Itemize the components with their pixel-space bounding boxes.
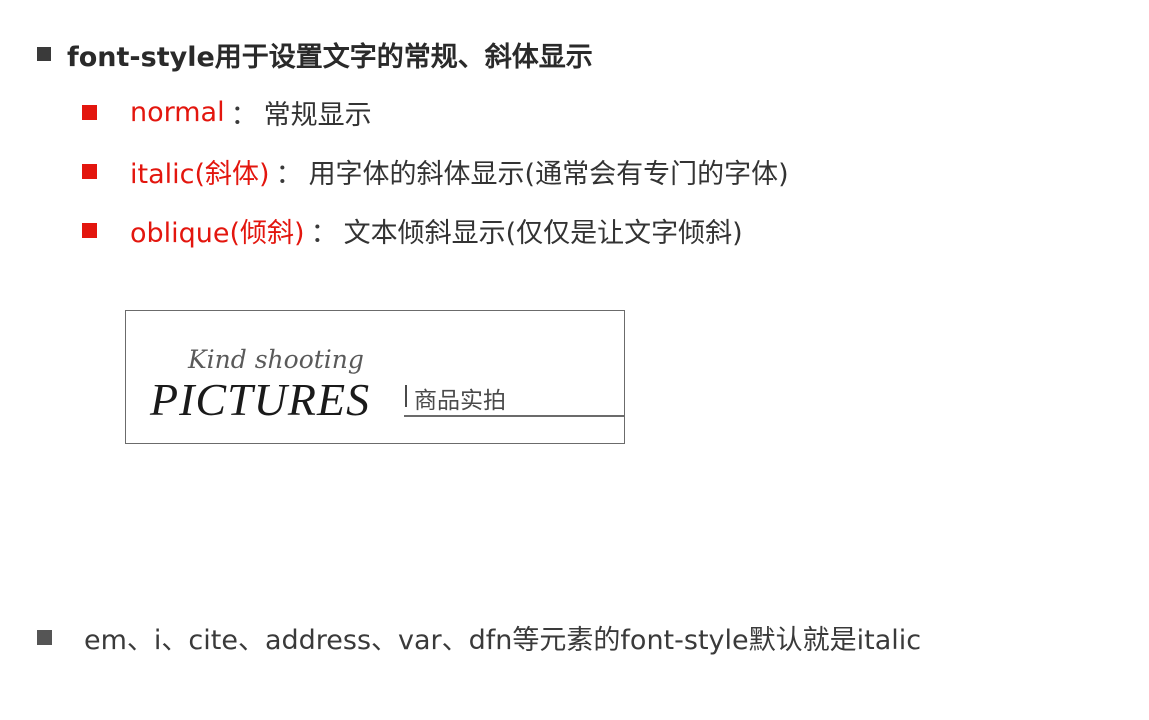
- kind-shooting-text: Kind shooting: [188, 345, 364, 374]
- pictures-text: PICTURES: [150, 374, 371, 425]
- horizontal-divider: [404, 415, 625, 417]
- vertical-divider: [405, 385, 407, 407]
- colon: ：: [230, 99, 258, 131]
- example-image-box: Kind shooting PICTURES 商品实拍: [125, 310, 625, 444]
- red-square-bullet-icon: [82, 222, 97, 238]
- description-normal: 常规显示: [263, 99, 372, 131]
- red-square-bullet-icon: [82, 104, 97, 120]
- description-oblique: 文本倾斜显示(仅仅是让文字倾斜): [343, 217, 743, 249]
- heading-text: font-style用于设置文字的常规、斜体显示: [67, 41, 593, 73]
- gray-square-bullet-icon: [37, 629, 52, 645]
- list-item-normal: normal ： 常规显示: [82, 94, 372, 131]
- colon: ：: [275, 158, 303, 190]
- red-square-bullet-icon: [82, 163, 97, 179]
- list-item-italic: italic(斜体) ： 用字体的斜体显示(通常会有专门的字体): [82, 153, 789, 190]
- main-heading: font-style用于设置文字的常规、斜体显示: [37, 38, 593, 73]
- list-item-oblique: oblique(倾斜) ： 文本倾斜显示(仅仅是让文字倾斜): [82, 212, 743, 249]
- square-bullet-icon: [37, 47, 51, 61]
- product-label: 商品实拍: [414, 388, 506, 414]
- colon: ：: [310, 217, 338, 249]
- note-text: em、i、cite、address、var、dfn等元素的font-style默…: [84, 624, 922, 656]
- term-italic: italic(斜体): [130, 158, 270, 190]
- note-item: em、i、cite、address、var、dfn等元素的font-style默…: [37, 619, 922, 656]
- term-normal: normal: [130, 96, 225, 128]
- description-italic: 用字体的斜体显示(通常会有专门的字体): [308, 158, 789, 190]
- term-oblique: oblique(倾斜): [130, 217, 305, 249]
